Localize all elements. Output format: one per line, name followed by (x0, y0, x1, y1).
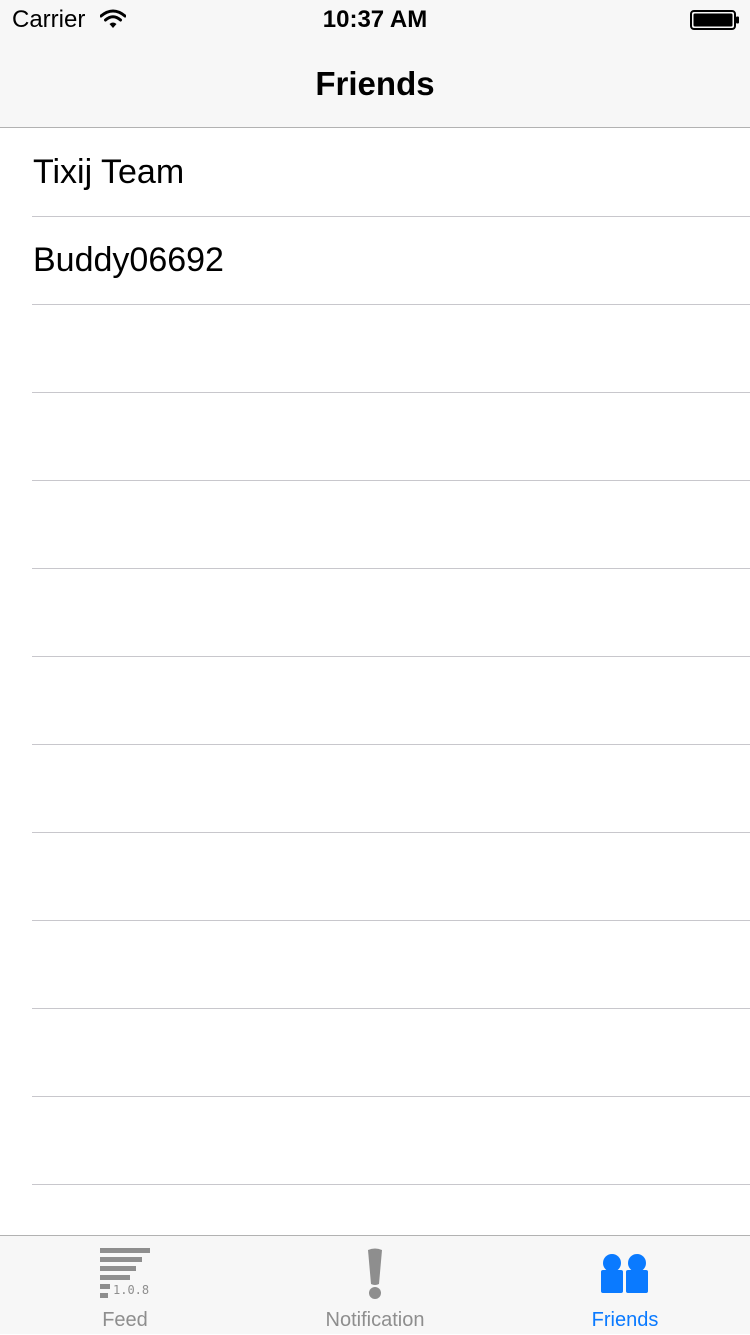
empty-row (0, 393, 750, 481)
empty-row (0, 569, 750, 657)
tab-feed[interactable]: 1.0.85 Feed (0, 1236, 250, 1335)
page-title: Friends (315, 65, 435, 102)
tab-notification[interactable]: Notification (250, 1236, 500, 1335)
exclamation-icon (368, 1248, 382, 1299)
tab-bar: 1.0.85 Feed Notification Friends (0, 1235, 750, 1334)
feed-icon-text: 1.0.85 (113, 1283, 150, 1297)
empty-row (0, 481, 750, 569)
empty-row (0, 1009, 750, 1097)
status-time: 10:37 AM (322, 6, 428, 33)
friend-row[interactable]: Buddy06692 (0, 217, 750, 305)
empty-row (0, 305, 750, 393)
status-bar: Carrier 10:37 AM (0, 0, 750, 40)
tab-friends[interactable]: Friends (500, 1236, 750, 1335)
empty-row (0, 833, 750, 921)
friend-name: Tixij Team (33, 153, 185, 191)
battery-icon (690, 10, 739, 30)
empty-row (0, 921, 750, 1009)
empty-row (0, 657, 750, 745)
empty-row (0, 745, 750, 833)
tab-friends-label: Friends (591, 1309, 659, 1331)
friend-row[interactable]: Tixij Team (0, 129, 750, 217)
tab-feed-label: Feed (102, 1309, 148, 1331)
tab-notification-label: Notification (325, 1309, 425, 1331)
empty-row (0, 1097, 750, 1185)
empty-row (0, 1185, 750, 1235)
friend-name: Buddy06692 (33, 241, 224, 279)
navigation-bar: Friends (0, 40, 750, 128)
friends-icon (601, 1254, 648, 1293)
feed-icon: 1.0.85 (100, 1248, 150, 1298)
friends-list: Tixij Team Buddy06692 (0, 129, 750, 1235)
